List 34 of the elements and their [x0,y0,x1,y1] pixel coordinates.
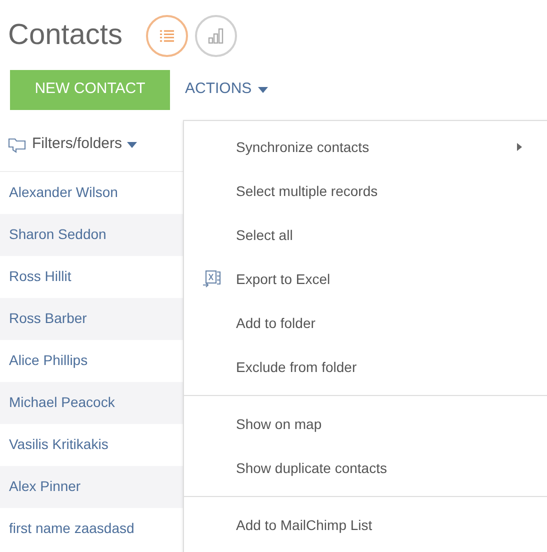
contact-name-link[interactable]: Ross Barber [9,308,87,329]
actions-button[interactable]: ACTIONS [185,78,268,101]
contact-row[interactable]: Ross Barber [0,298,183,340]
spreadsheet-export-icon [202,270,222,288]
chart-view-button[interactable] [195,14,238,57]
contact-name-link[interactable]: Alex Pinner [9,476,81,497]
submenu-arrow-icon [517,143,522,151]
contact-name-link[interactable]: Ross Hillit [9,266,72,287]
menu-item[interactable]: Select all [184,213,547,257]
caret-down-icon [127,142,138,148]
menu-item[interactable]: Show duplicate contacts [184,446,547,490]
menu-item[interactable]: Add to folder [184,301,547,345]
contact-name-link[interactable]: Alexander Wilson [9,182,118,203]
contact-name-link[interactable]: first name zaasdasd [9,518,134,539]
folder-filter-icon [8,136,26,152]
list-view-button[interactable] [146,14,188,57]
contact-name-link[interactable]: Sharon Seddon [9,224,106,245]
menu-item[interactable]: Synchronize contacts [184,125,547,169]
menu-item[interactable]: Add to MailChimp List [184,503,547,547]
contact-name-link[interactable]: Michael Peacock [9,392,115,413]
menu-item[interactable]: Export to Excel [184,257,547,301]
caret-down-icon [258,86,268,92]
list-icon [159,28,176,43]
filters-folders-button[interactable]: Filters/folders [32,133,138,156]
menu-item[interactable]: Select multiple records [184,169,547,213]
contact-row[interactable]: Sharon Seddon [0,214,183,256]
contact-name-link[interactable]: Vasilis Kritikakis [9,434,108,455]
contact-name-link[interactable]: Alice Phillips [9,350,88,371]
menu-item[interactable]: Exclude from folder [184,345,547,389]
page-title: Contacts [8,18,122,53]
contact-row[interactable]: Michael Peacock [0,382,183,424]
bar-chart-icon [208,28,224,44]
menu-item[interactable]: Show on map [184,402,547,446]
contact-row[interactable]: Alex Pinner [0,466,183,508]
